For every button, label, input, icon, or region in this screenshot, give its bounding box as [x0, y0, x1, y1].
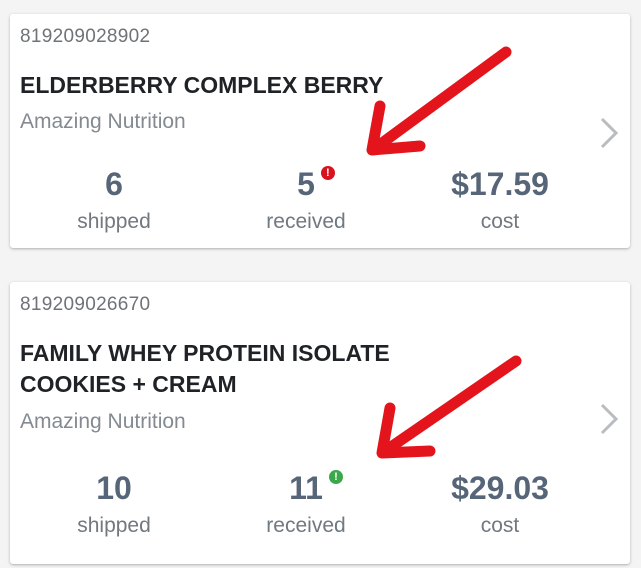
product-name: FAMILY WHEY PROTEIN ISOLATE COOKIES + CR… — [20, 338, 500, 400]
cost-stat: $17.59 cost — [400, 164, 600, 234]
cost-label: cost — [480, 210, 520, 233]
received-stat: 11 ! received — [206, 468, 406, 538]
shipped-value: 6 — [105, 166, 123, 202]
cost-value: $17.59 — [451, 166, 549, 202]
shipped-label: shipped — [77, 210, 151, 233]
product-sku: 819209026670 — [20, 294, 151, 315]
chevron-right-icon[interactable] — [598, 116, 620, 150]
received-stat: 5 ! received — [206, 164, 406, 234]
product-brand: Amazing Nutrition — [20, 410, 186, 433]
product-name-line1: FAMILY WHEY PROTEIN ISOLATE — [20, 340, 390, 366]
shipped-stat: 10 shipped — [14, 468, 214, 538]
product-name-line2: COOKIES + CREAM — [20, 371, 237, 397]
cost-value: $29.03 — [451, 470, 549, 506]
product-brand: Amazing Nutrition — [20, 110, 186, 133]
product-sku: 819209028902 — [20, 26, 151, 47]
product-name: ELDERBERRY COMPLEX BERRY — [20, 72, 384, 98]
received-number: 11 — [289, 470, 323, 506]
received-label: received — [266, 210, 346, 233]
received-label: received — [266, 514, 346, 537]
shipped-value: 10 — [96, 470, 132, 506]
alert-badge-icon: ! — [320, 166, 335, 180]
cost-label: cost — [480, 514, 520, 537]
shipped-stat: 6 shipped — [14, 164, 214, 234]
received-number: 5 — [297, 166, 315, 202]
chevron-right-icon[interactable] — [598, 402, 620, 436]
product-card[interactable]: 819209028902 ELDERBERRY COMPLEX BERRY Am… — [10, 14, 630, 248]
received-value: 11 ! — [289, 468, 343, 508]
cost-stat: $29.03 cost — [400, 468, 600, 538]
product-card[interactable]: 819209026670 FAMILY WHEY PROTEIN ISOLATE… — [10, 282, 630, 564]
received-value: 5 ! — [297, 164, 335, 204]
shipped-label: shipped — [77, 514, 151, 537]
ok-badge-icon: ! — [328, 470, 343, 484]
